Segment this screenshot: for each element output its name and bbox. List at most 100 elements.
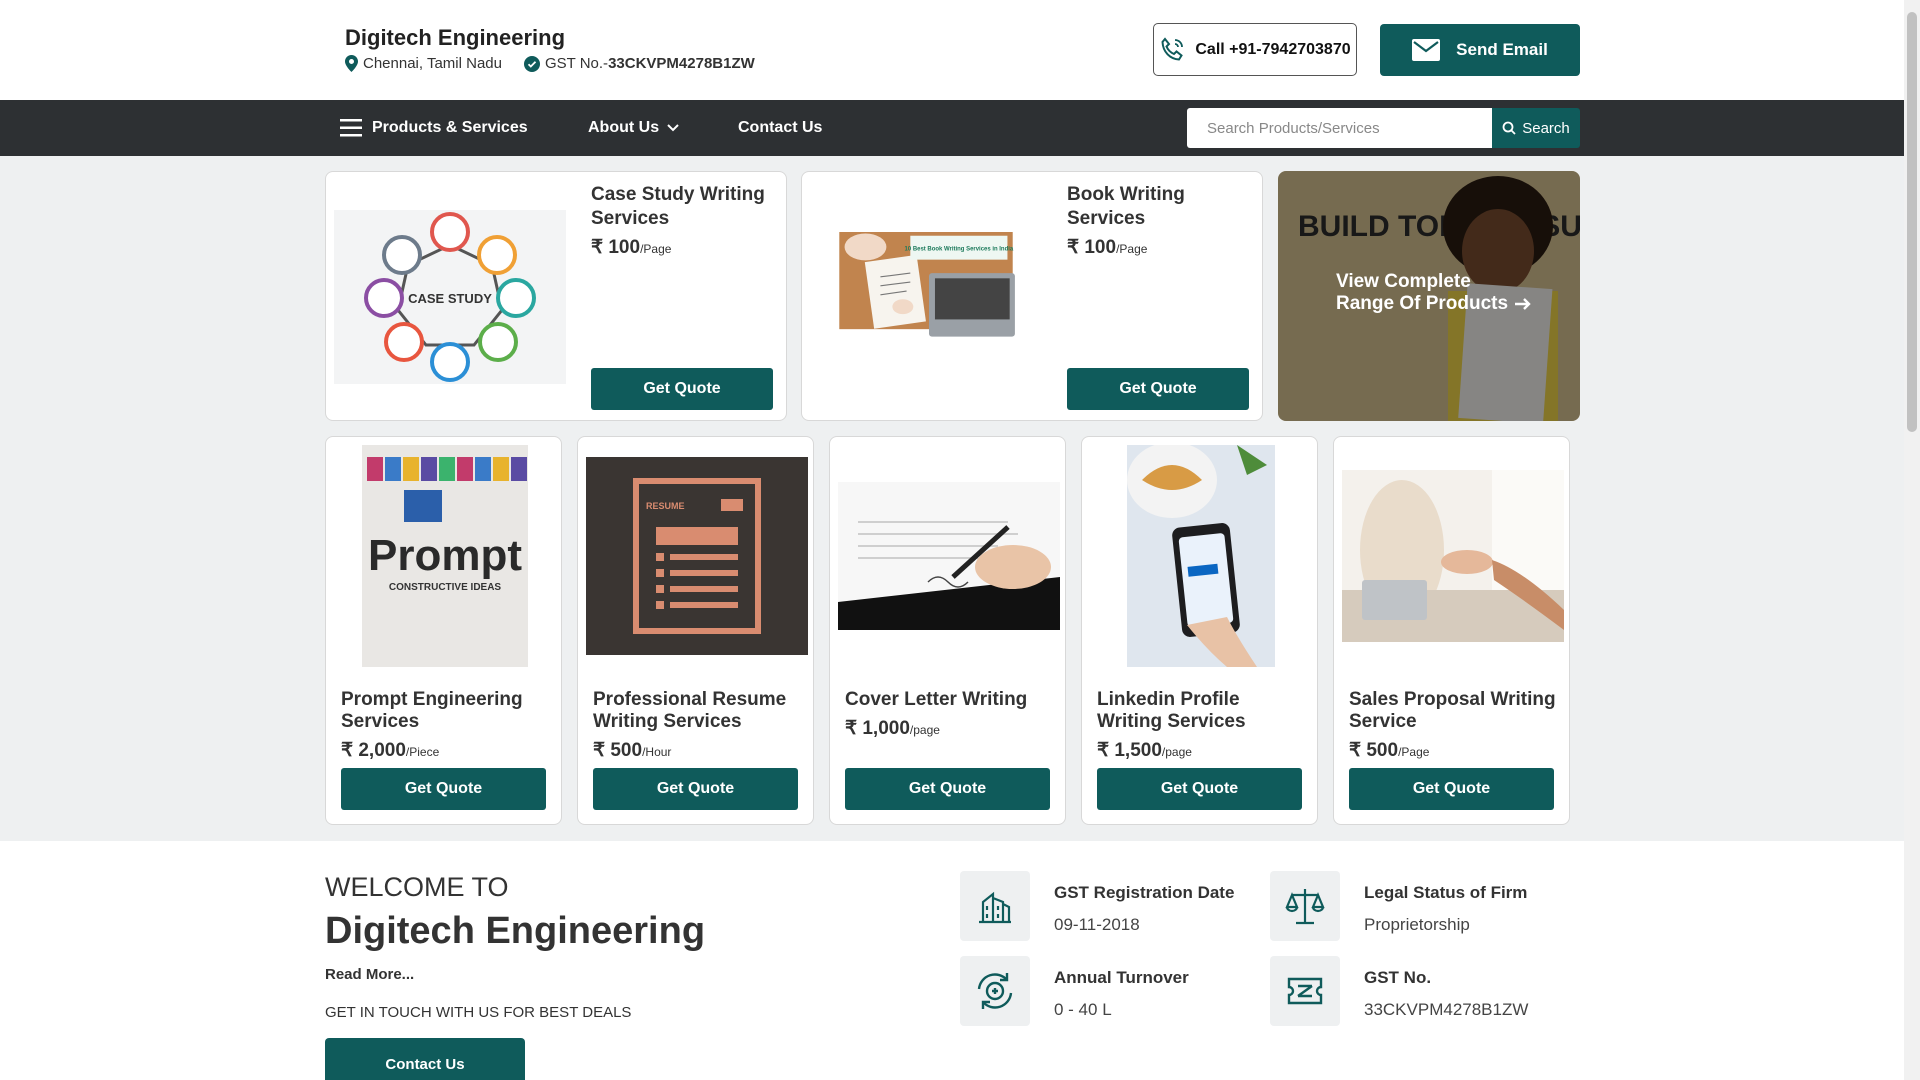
ticket-icon <box>1287 977 1323 1005</box>
view-complete-range-link[interactable]: BUILD TOP Q RESUME View Complete Range O… <box>1278 171 1580 421</box>
product-title[interactable]: Case Study Writing Services <box>591 183 776 231</box>
product-title[interactable]: Prompt Engineering Services <box>341 689 551 733</box>
fact-text: GST No. 33CKVPM4278B1ZW <box>1364 956 1528 1026</box>
fact-icon-box <box>1270 871 1340 941</box>
contact-us-button[interactable]: Contact Us <box>325 1038 525 1080</box>
fact-value: 33CKVPM4278B1ZW <box>1364 1000 1529 1019</box>
resume-doc-text: RESUME <box>646 501 685 511</box>
product-card[interactable]: Prompt CONSTRUCTIVE IDEAS Prompt Enginee… <box>325 436 562 825</box>
product-card[interactable]: RESUME Professional Resume Writing Servi… <box>577 436 814 825</box>
price-unit: /Page <box>1116 242 1148 256</box>
product-price: ₹ 500/Page <box>1349 739 1429 762</box>
product-title[interactable]: Sales Proposal Writing Service <box>1349 689 1559 733</box>
send-email-button[interactable]: Send Email <box>1380 24 1580 76</box>
get-quote-button[interactable]: Get Quote <box>1097 768 1302 810</box>
turnover-icon <box>977 973 1013 1009</box>
location: Chennai, Tamil Nadu <box>345 55 502 72</box>
page-scrollbar[interactable] <box>1904 0 1920 1080</box>
search-label: Search <box>1522 119 1570 137</box>
fact-icon-box <box>960 871 1030 941</box>
fact-icon-box <box>960 956 1030 1026</box>
product-title[interactable]: Book Writing Services <box>1067 183 1252 231</box>
price-value: ₹ 100 <box>1067 237 1117 258</box>
fact-gst-no: GST No. 33CKVPM4278B1ZW <box>1270 956 1528 1026</box>
get-quote-button[interactable]: Get Quote <box>341 768 546 810</box>
price-value: ₹ 500 <box>593 740 643 761</box>
welcome-subtitle: WELCOME TO <box>325 872 509 902</box>
verified-check-icon <box>523 55 540 72</box>
case-study-image-text: CASE STUDY <box>408 291 492 306</box>
fact-text: GST Registration Date 09-11-2018 <box>1054 871 1234 941</box>
cover-letter-image[interactable] <box>838 482 1060 630</box>
gst: GST No.- 33CKVPM4278B1ZW <box>523 55 755 72</box>
constructive-ideas-text: CONSTRUCTIVE IDEAS <box>389 582 502 593</box>
product-price: ₹ 1,500/page <box>1097 739 1192 762</box>
price-unit: /Page <box>640 242 672 256</box>
navbar: Products & Services About Us Contact Us … <box>0 100 1904 156</box>
gst-number: 33CKVPM4278B1ZW <box>608 55 755 72</box>
get-in-touch-text: GET IN TOUCH WITH US FOR BEST DEALS <box>325 1004 632 1021</box>
price-value: ₹ 2,000 <box>341 740 406 761</box>
fact-legal-status: Legal Status of Firm Proprietorship <box>1270 871 1527 941</box>
product-title[interactable]: Cover Letter Writing <box>845 689 1055 711</box>
product-card[interactable]: Cover Letter Writing ₹ 1,000/page Get Qu… <box>829 436 1066 825</box>
search-input[interactable] <box>1187 108 1492 148</box>
get-quote-button[interactable]: Get Quote <box>591 368 773 410</box>
fact-value: 09-11-2018 <box>1054 915 1140 934</box>
price-value: ₹ 1,000 <box>845 718 910 739</box>
view-all-text: View Complete Range Of Products <box>1336 271 1532 315</box>
get-quote-button[interactable]: Get Quote <box>845 768 1050 810</box>
fact-text: Annual Turnover 0 - 40 L <box>1054 956 1189 1026</box>
featured-card[interactable]: 10 Best Book Writing Services in India B… <box>801 171 1263 421</box>
hamburger-menu-icon <box>340 119 362 137</box>
view-all-line1: View Complete <box>1336 271 1471 292</box>
price-unit: /page <box>909 723 940 737</box>
fact-annual-turnover: Annual Turnover 0 - 40 L <box>960 956 1189 1026</box>
resume-writing-image[interactable]: RESUME <box>586 457 808 655</box>
get-quote-button[interactable]: Get Quote <box>1067 368 1249 410</box>
book-banner-text: 10 Best Book Writing Services in India <box>905 247 1014 253</box>
prompt-engineering-image[interactable]: Prompt CONSTRUCTIVE IDEAS <box>362 445 528 667</box>
arrow-right-icon <box>1515 298 1531 310</box>
price-value: ₹ 500 <box>1349 740 1399 761</box>
email-label: Send Email <box>1456 40 1548 59</box>
get-quote-button[interactable]: Get Quote <box>593 768 798 810</box>
call-button[interactable]: Call +91-7942703870 <box>1153 23 1357 76</box>
price-unit: /page <box>1161 745 1192 759</box>
call-label: Call +91-7942703870 <box>1195 40 1351 58</box>
search-button[interactable]: Search <box>1492 108 1580 148</box>
fact-label: Annual Turnover <box>1054 968 1189 987</box>
company-name[interactable]: Digitech Engineering <box>345 25 565 51</box>
scales-icon <box>1285 889 1325 925</box>
search-icon <box>1502 121 1516 135</box>
welcome-title: Digitech Engineering <box>325 910 706 952</box>
gst-prefix: GST No.- <box>544 55 609 72</box>
product-price: ₹ 1,000/page <box>845 717 940 740</box>
view-all-line2: Range Of Products <box>1336 293 1509 314</box>
get-quote-button[interactable]: Get Quote <box>1349 768 1554 810</box>
nav-contact-us[interactable]: Contact Us <box>738 100 822 156</box>
case-study-image[interactable]: CASE STUDY <box>334 210 566 384</box>
scrollbar-thumb[interactable] <box>1907 12 1917 432</box>
nav-products-services[interactable]: Products & Services <box>340 100 528 156</box>
fact-text: Legal Status of Firm Proprietorship <box>1364 871 1527 941</box>
envelope-icon <box>1412 39 1441 61</box>
fact-label: GST No. <box>1364 968 1432 987</box>
product-card[interactable]: Sales Proposal Writing Service ₹ 500/Pag… <box>1333 436 1570 825</box>
read-more-link[interactable]: Read More... <box>325 966 414 983</box>
product-price: ₹ 2,000/Piece <box>341 739 439 762</box>
product-title[interactable]: Professional Resume Writing Services <box>593 689 803 733</box>
featured-card[interactable]: CASE STUDY Case Study Writing Services ₹… <box>325 171 787 421</box>
linkedin-profile-image[interactable] <box>1127 445 1275 667</box>
prompt-image-text: Prompt <box>368 531 522 580</box>
product-card[interactable]: Linkedin Profile Writing Services ₹ 1,50… <box>1081 436 1318 825</box>
nav-about-us[interactable]: About Us <box>588 100 679 156</box>
nav-products-label: Products & Services <box>372 119 528 136</box>
sales-proposal-image[interactable] <box>1342 470 1564 642</box>
building-icon <box>979 891 1011 924</box>
price-unit: /Hour <box>642 745 672 759</box>
book-writing-image[interactable]: 10 Best Book Writing Services in India <box>810 232 1042 362</box>
product-price: ₹ 500/Hour <box>593 739 671 762</box>
price-unit: /Piece <box>405 745 440 759</box>
product-title[interactable]: Linkedin Profile Writing Services <box>1097 689 1307 733</box>
